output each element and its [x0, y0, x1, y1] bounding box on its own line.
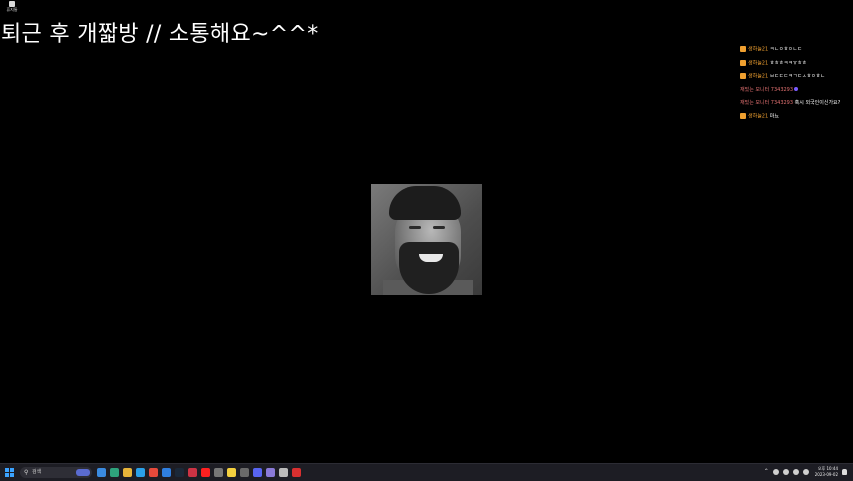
chevron-up-icon[interactable]: ⌃: [764, 469, 769, 475]
system-tray: ⌃ 오후 10:44 2023-09-02: [764, 466, 847, 478]
stream-title: 퇴근 후 개짧방 // 소통해요~^^*: [1, 22, 319, 47]
chat-username: 생하늘21: [748, 113, 769, 119]
chat-message: 생하늘21 마뇨: [740, 112, 850, 121]
store-icon[interactable]: [162, 468, 171, 477]
chat-badge-icon: [740, 112, 746, 119]
network-icon[interactable]: [772, 469, 779, 475]
taskbar: ⚲ 검색 ⌃ 오후 10:44 2023-09-02: [0, 463, 853, 481]
chrome-icon[interactable]: [149, 468, 158, 477]
taskbar-apps: [97, 468, 301, 477]
clock[interactable]: 오후 10:44 2023-09-02: [815, 466, 838, 478]
chat-username: 재밌는 모니터 7343293: [740, 99, 794, 106]
app-icon[interactable]: [214, 468, 223, 477]
youtube-icon[interactable]: [201, 468, 210, 477]
chat-badge-icon: [740, 59, 746, 66]
chat-text: 혹시 외국인이신가요?: [794, 99, 841, 106]
chat-message: 생하늘21 ㅋㄴㅇㅎㅇㄴㄷ: [740, 46, 850, 54]
app-icon[interactable]: [188, 468, 197, 477]
search-icon: ⚲: [24, 469, 29, 476]
volume-icon[interactable]: [782, 469, 789, 475]
chat-message: 생하늘21 ㅂㄷㄷㄷㅋㄱㄷㅅㅎㅇㅎㄴ: [740, 73, 850, 81]
steam-icon[interactable]: [175, 468, 184, 477]
edge-icon[interactable]: [110, 468, 119, 477]
recycle-bin-desktop-icon[interactable]: 휴지통: [4, 1, 20, 12]
file-explorer-icon[interactable]: [97, 468, 106, 477]
chat-username: 재밌는 모니터 7343293: [740, 86, 794, 93]
chat-message: 재밌는 모니터 7343293 혹시 외국인이신가요?: [740, 100, 846, 107]
folder-icon[interactable]: [123, 468, 132, 477]
search-highlight-icon: [76, 469, 90, 476]
discord-icon[interactable]: [253, 468, 262, 477]
clock-date: 2023-09-02: [814, 472, 838, 477]
chat-username: 생하늘21: [748, 60, 769, 66]
start-button[interactable]: [5, 468, 14, 477]
chat-text: ㅎㅎㅎㅋㅋㅠㅎㅎ: [769, 60, 807, 66]
notes-icon[interactable]: [266, 468, 275, 477]
emote-icon: [794, 87, 799, 91]
chat-message: 재밌는 모니터 7343293: [740, 87, 850, 94]
gigachad-image: [371, 184, 482, 295]
chat-text: ㅋㄴㅇㅎㅇㄴㄷ: [769, 46, 802, 53]
search-placeholder: 검색: [32, 469, 42, 475]
recorder-icon[interactable]: [292, 468, 301, 477]
chat-username: 생하늘21: [748, 73, 769, 80]
chat-badge-icon: [740, 46, 746, 52]
chat-message: 생하늘21 ㅎㅎㅎㅋㅋㅠㅎㅎ: [740, 59, 850, 68]
keyboard-icon[interactable]: [802, 469, 809, 475]
settings-icon[interactable]: [279, 468, 288, 477]
chat-username: 생하늘21: [748, 46, 769, 53]
twitter-icon[interactable]: [136, 468, 145, 477]
desktop-icon-label: 휴지통: [6, 7, 18, 12]
chat-text: 마뇨: [769, 113, 779, 119]
chat-overlay: 생하늘21 ㅋㄴㅇㅎㅇㄴㄷ 생하늘21 ㅎㅎㅎㅋㅋㅠㅎㅎ 생하늘21 ㅂㄷㄷㄷㅋ…: [740, 46, 850, 126]
kakaotalk-icon[interactable]: [227, 468, 236, 477]
notification-bell-icon[interactable]: [842, 469, 847, 475]
taskbar-search[interactable]: ⚲ 검색: [20, 467, 92, 478]
chat-text: ㅂㄷㄷㄷㅋㄱㄷㅅㅎㅇㅎㄴ: [769, 73, 825, 80]
battery-icon[interactable]: [792, 469, 799, 475]
app-icon[interactable]: [240, 468, 249, 477]
chat-badge-icon: [740, 73, 746, 79]
